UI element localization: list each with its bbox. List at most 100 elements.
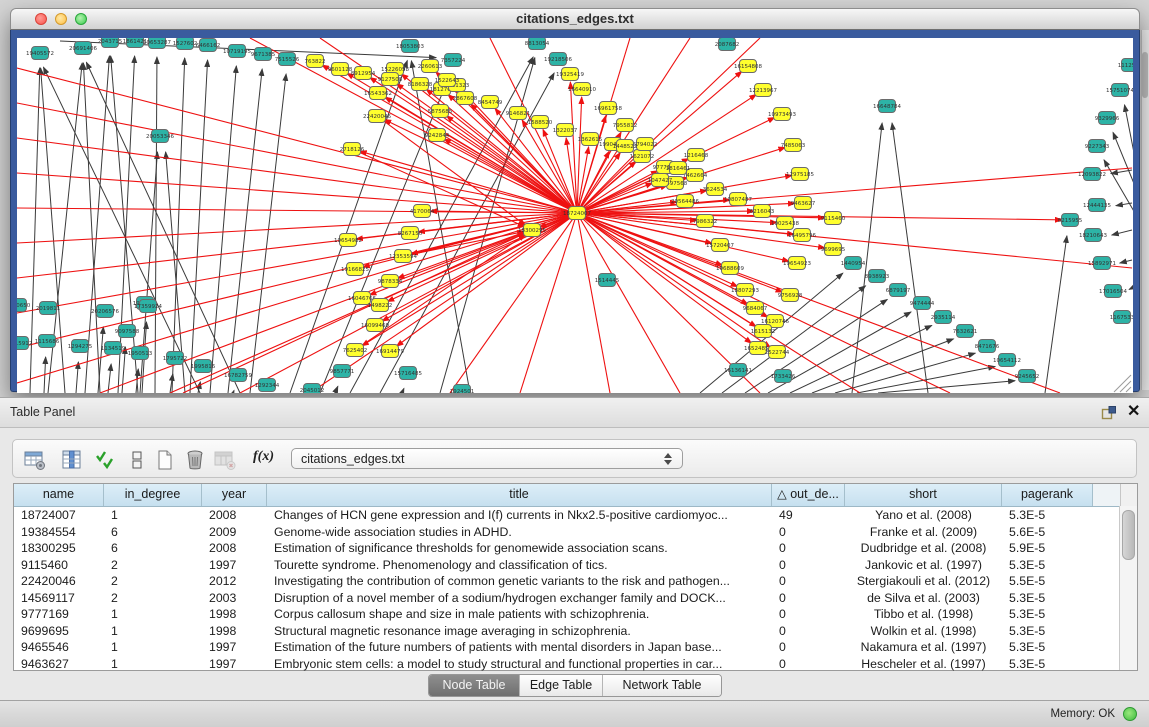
graph-node[interactable]: 9245652: [1015, 370, 1040, 383]
graph-node[interactable]: 15892971: [1088, 257, 1116, 270]
graph-node[interactable]: 1448522: [613, 140, 638, 153]
graph-node[interactable]: 2160650: [17, 299, 31, 312]
graph-edge[interactable]: [233, 390, 234, 393]
table-row[interactable]: 969969511998Structural magnetic resonanc…: [14, 623, 1137, 640]
graph-node[interactable]: 12093822: [1078, 168, 1106, 181]
graph-edge[interactable]: [892, 123, 928, 393]
graph-node[interactable]: 9115460: [821, 212, 846, 225]
graph-node[interactable]: 16495796: [788, 229, 816, 242]
graph-node[interactable]: 16961758: [594, 102, 622, 115]
graph-edge[interactable]: [76, 362, 78, 393]
graph-node[interactable]: 20053346: [146, 130, 174, 143]
graph-node[interactable]: 9878334: [378, 275, 403, 288]
table-row[interactable]: 2242004622012Investigating the contribut…: [14, 573, 1137, 590]
graph-node[interactable]: 2045012: [300, 384, 325, 394]
graph-node[interactable]: 7485063: [781, 139, 806, 152]
memory-ok-icon[interactable]: [1123, 707, 1137, 721]
graph-node[interactable]: 1167533: [1110, 311, 1133, 324]
graph-node[interactable]: 10653287: [143, 38, 171, 49]
graph-node[interactable]: 2935114: [931, 311, 956, 324]
graph-node[interactable]: 8454749: [478, 96, 503, 109]
graph-edge[interactable]: [1113, 132, 1133, 186]
import-table-icon[interactable]: [213, 448, 237, 472]
graph-edge[interactable]: [577, 97, 582, 213]
select-attributes-icon[interactable]: [94, 448, 118, 472]
table-mode-icon[interactable]: [23, 448, 47, 472]
table-row[interactable]: 1456911722003Disruption of a novel membe…: [14, 590, 1137, 607]
graph-node[interactable]: 19325419: [556, 68, 584, 81]
table-row[interactable]: 1938455462009Genome-wide association stu…: [14, 524, 1137, 541]
tab-node-table[interactable]: Node Table: [429, 675, 520, 696]
graph-node[interactable]: 12213967: [749, 84, 777, 97]
column-header-title[interactable]: title: [267, 484, 772, 506]
graph-node[interactable]: 3915912: [17, 337, 32, 350]
graph-edge[interactable]: [290, 61, 407, 393]
graph-node[interactable]: 17016504: [1099, 285, 1127, 298]
graph-node[interactable]: 1816461: [666, 162, 691, 175]
graph-node[interactable]: 2087682: [715, 38, 740, 51]
table-row[interactable]: 1830029562008Estimation of significance …: [14, 540, 1137, 557]
graph-edge[interactable]: [17, 213, 577, 348]
column-header-short[interactable]: short: [845, 484, 1002, 506]
graph-node[interactable]: 1733426: [771, 370, 796, 383]
graph-node[interactable]: 9227343: [1085, 140, 1110, 153]
graph-node[interactable]: 1615132: [751, 325, 776, 338]
graph-edge[interactable]: [396, 213, 577, 346]
graph-edge[interactable]: [155, 57, 157, 393]
graph-node[interactable]: 1527602: [173, 38, 198, 50]
graph-edge[interactable]: [1129, 288, 1132, 289]
graph-node[interactable]: 9756928: [778, 289, 803, 302]
graph-node[interactable]: 19654982: [334, 234, 362, 247]
column-header-year[interactable]: year: [202, 484, 267, 506]
graph-node[interactable]: 1112546: [1118, 59, 1133, 72]
graph-edge[interactable]: [335, 386, 338, 393]
graph-node[interactable]: 10807487: [724, 193, 752, 206]
graph-node[interactable]: 18053803: [396, 40, 424, 53]
graph-node[interactable]: 12975185: [786, 168, 814, 181]
graph-node[interactable]: 12353594: [389, 250, 417, 263]
graph-node[interactable]: 1322037: [553, 124, 578, 137]
graph-edge[interactable]: [250, 74, 286, 393]
graph-node[interactable]: 1498222: [368, 299, 393, 312]
float-panel-icon[interactable]: [1101, 405, 1117, 421]
graph-node[interactable]: 16154808: [734, 60, 762, 73]
graph-node[interactable]: 15716485: [394, 367, 422, 380]
graph-node[interactable]: 10688609: [716, 262, 744, 275]
graph-node[interactable]: 10654112: [993, 354, 1021, 367]
graph-node[interactable]: 9146821: [506, 107, 531, 120]
table-vertical-scrollbar[interactable]: [1119, 506, 1137, 670]
close-panel-icon[interactable]: ✕: [1127, 401, 1140, 421]
graph-node[interactable]: 8813054: [525, 38, 550, 50]
graph-node[interactable]: 1514445: [595, 274, 620, 287]
graph-node[interactable]: 9097588: [115, 325, 140, 338]
graph-node[interactable]: 10719195: [223, 45, 251, 58]
graph-node[interactable]: 7986322: [693, 215, 718, 228]
graph-edge[interactable]: [122, 347, 125, 393]
graph-edge[interactable]: [17, 213, 577, 278]
table-row[interactable]: 946554611997Estimation of the future num…: [14, 639, 1137, 656]
graph-node[interactable]: 9857771: [330, 365, 355, 378]
graph-node[interactable]: 7515526: [275, 53, 300, 66]
graph-node[interactable]: 7625402: [343, 344, 368, 357]
graph-node[interactable]: 8215955: [1058, 214, 1083, 227]
graph-node[interactable]: 4170064: [410, 205, 435, 218]
graph-node[interactable]: 1950513: [128, 347, 153, 360]
graph-node[interactable]: 9699695: [821, 243, 846, 256]
graph-node[interactable]: 2019811: [36, 302, 61, 315]
column-header-in-degree[interactable]: in_degree: [104, 484, 202, 506]
table-row[interactable]: 977716911998Corpus callosum shape and si…: [14, 606, 1137, 623]
table-row[interactable]: 911546021997Tourette syndrome. Phenomeno…: [14, 557, 1137, 574]
graph-node[interactable]: 20691406: [69, 42, 97, 55]
graph-edge[interactable]: [17, 173, 577, 213]
graph-node[interactable]: 12444135: [1083, 199, 1111, 212]
graph-node[interactable]: 8938923: [865, 270, 890, 283]
graph-node[interactable]: 1795722: [163, 352, 188, 365]
graph-node[interactable]: 2043715: [98, 38, 123, 48]
graph-node[interactable]: 1924501: [450, 385, 475, 394]
show-columns-icon[interactable]: [60, 448, 84, 472]
graph-node[interactable]: 1588520: [528, 116, 553, 129]
graph-node[interactable]: 7955812: [613, 119, 638, 132]
graph-node[interactable]: 8267150: [398, 227, 423, 240]
graph-edge[interactable]: [1120, 260, 1132, 263]
graph-node[interactable]: 16640910: [568, 83, 596, 96]
